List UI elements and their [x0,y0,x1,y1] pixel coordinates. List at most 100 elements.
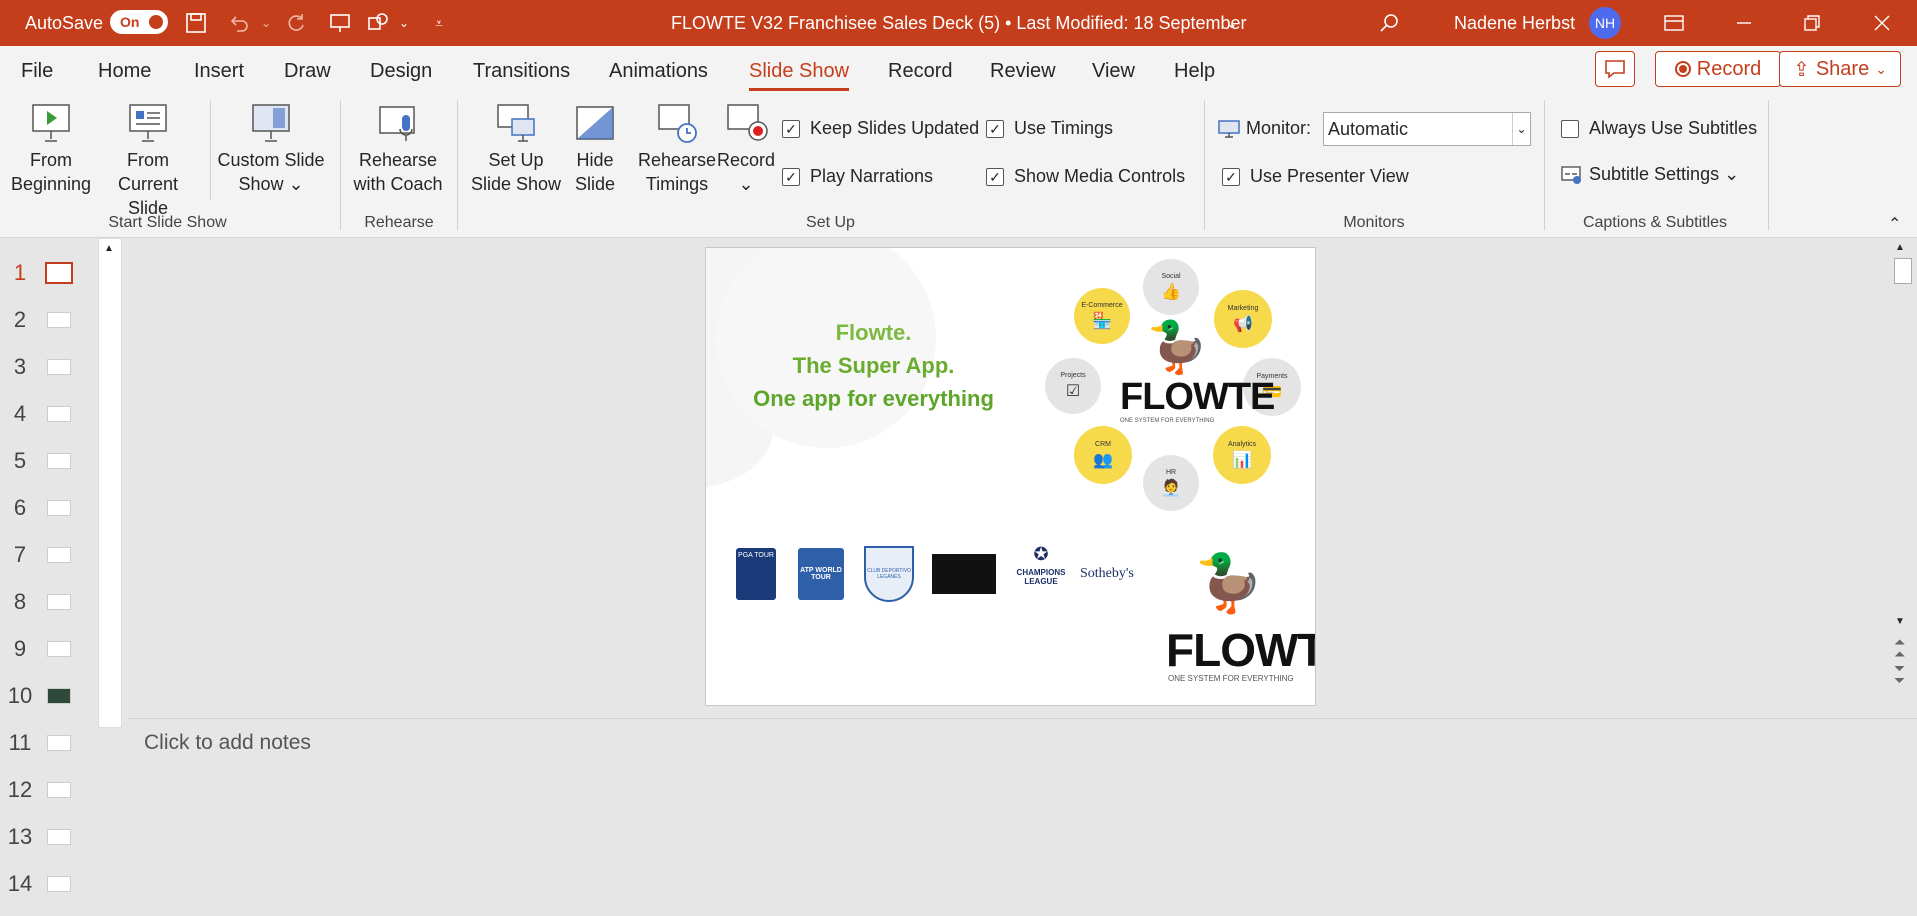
tab-insert[interactable]: Insert [194,60,244,83]
save-icon[interactable] [182,9,210,37]
megaphone-icon: 📢 [1233,315,1253,333]
tab-draw[interactable]: Draw [284,60,331,83]
brand-logo-text: FLOWTE [1120,376,1275,418]
monitor-select[interactable]: Automatic ⌄ [1323,112,1531,146]
scroll-up-icon[interactable]: ▲ [104,243,114,254]
tab-record[interactable]: Record [888,60,952,83]
document-title[interactable]: FLOWTE V32 Franchisee Sales Deck (5) • L… [671,0,1247,46]
present-icon[interactable] [326,9,354,37]
people-icon: 👥 [1093,451,1113,469]
slide-thumbnail-7[interactable]: 7 [0,540,100,570]
slide-number: 4 [13,401,27,426]
slide-thumbnail-9[interactable]: 9 [0,634,100,664]
undo-dropdown-icon[interactable]: ⌄ [252,9,280,37]
crm-label: CRM [1095,440,1111,448]
comment-icon [1605,60,1625,79]
slide-thumbnail-image [47,688,71,704]
slide-thumbnail-12[interactable]: 12 [0,775,100,805]
slide-scrollbar[interactable]: ▲ ▼ ⏶ ⏶ ⏷ ⏷ [1890,238,1917,718]
ribbon-display-icon[interactable] [1660,9,1688,37]
record-slide-show-button[interactable]: Record ⌄ [716,100,776,196]
crm-circle: CRM 👥 [1074,426,1132,484]
custom-slide-show-button[interactable]: Custom Slide Show ⌄ [216,100,326,196]
from-current-slide-button[interactable]: From Current Slide [96,100,200,220]
tab-view[interactable]: View [1092,60,1135,83]
search-icon[interactable] [1375,9,1403,37]
previous-slide-icon[interactable]: ⏶ ⏶ [1894,635,1905,661]
slide-number: 7 [13,542,27,567]
use-timings-checkbox[interactable]: ✓ Use Timings [986,118,1113,139]
from-beginning-label-2: Beginning [10,174,92,194]
current-slide[interactable]: Flowte. The Super App. One app for every… [705,247,1316,706]
restore-icon[interactable] [1798,9,1826,37]
redo-icon[interactable] [282,9,310,37]
slide-number: 10 [7,683,33,708]
undo-icon[interactable] [225,9,253,37]
champions-league-logo: CHAMPIONS LEAGUE [1016,568,1066,586]
title-dropdown-icon[interactable]: ⌄ [1226,0,1238,46]
slide-number: 6 [13,495,27,520]
avatar[interactable]: NH [1589,7,1621,39]
slide-thumbnail-image [47,641,71,657]
slide-number: 2 [13,307,27,332]
shapes-icon[interactable] [364,9,392,37]
from-beginning-button[interactable]: From Beginning [10,100,92,196]
play-narrations-label: Play Narrations [810,166,934,186]
subtitle-settings-button[interactable]: Subtitle Settings ⌄ [1561,164,1739,185]
slide-thumbnail-5[interactable]: 5 [0,446,100,476]
tab-animations[interactable]: Animations [609,60,708,83]
slide-thumbnail-10[interactable]: 10 [0,681,100,711]
autosave-toggle[interactable]: On [110,10,168,34]
scroll-down-icon[interactable]: ▼ [1895,616,1905,627]
minimize-icon[interactable] [1730,9,1758,37]
scroll-up-icon[interactable]: ▲ [1895,242,1905,253]
record-header-button[interactable]: Record [1655,51,1781,87]
slide-thumbnail-6[interactable]: 6 [0,493,100,523]
share-button[interactable]: ⇪ Share ⌄ [1779,51,1901,87]
slide-number: 8 [13,589,27,614]
shapes-dropdown-icon[interactable]: ⌄ [390,9,418,37]
always-use-subtitles-checkbox[interactable]: Always Use Subtitles [1561,118,1757,139]
scroll-thumb[interactable] [1894,258,1912,284]
user-name[interactable]: Nadene Herbst [1454,0,1575,46]
slide-thumbnail-2[interactable]: 2 [0,305,100,335]
slide-thumbnail-14[interactable]: 14 [0,869,100,899]
tab-help[interactable]: Help [1174,60,1215,83]
collapse-ribbon-icon[interactable]: ⌃ [1888,214,1901,234]
slide-thumbnail-3[interactable]: 3 [0,352,100,382]
slide-headline-line-1: Flowte. [835,320,912,345]
tab-file[interactable]: File [21,60,53,83]
slide-thumbnail-11[interactable]: 11 [0,728,100,758]
bar-chart-icon: 📊 [1232,451,1252,469]
tab-review[interactable]: Review [990,60,1056,83]
hide-slide-button[interactable]: Hide Slide [566,100,624,196]
keep-slides-updated-checkbox[interactable]: ✓ Keep Slides Updated [782,118,979,139]
from-current-label-1: From [127,150,169,170]
slide-number: 3 [13,354,27,379]
record-button-label: Record [1696,57,1762,80]
thumbnail-scrollbar[interactable]: ▲ [98,238,122,728]
hide-slide-label-1: Hide [576,150,614,170]
tab-transitions[interactable]: Transitions [473,60,570,83]
customize-toolbar-icon[interactable]: ⩡ [425,9,453,37]
tab-slide-show[interactable]: Slide Show [749,60,850,91]
play-narrations-checkbox[interactable]: ✓ Play Narrations [782,166,933,187]
slide-thumbnail-8[interactable]: 8 [0,587,100,617]
tab-home[interactable]: Home [98,60,151,83]
next-slide-icon[interactable]: ⏷ ⏷ [1894,661,1905,687]
rehearse-with-coach-button[interactable]: Rehearse with Coach [348,100,448,196]
notes-pane[interactable]: Click to add notes [128,718,1917,916]
use-presenter-view-checkbox[interactable]: ✓ Use Presenter View [1222,166,1409,187]
rehearse-timings-button[interactable]: Rehearse Timings [637,100,717,196]
close-icon[interactable] [1868,9,1896,37]
comments-button[interactable] [1595,51,1635,87]
set-up-slide-show-button[interactable]: Set Up Slide Show [466,100,566,196]
tab-design[interactable]: Design [370,60,432,83]
rehearse-coach-icon [375,100,421,146]
show-media-controls-checkbox[interactable]: ✓ Show Media Controls [986,166,1185,187]
slide-thumbnail-4[interactable]: 4 [0,399,100,429]
autosave-label: AutoSave [25,12,104,33]
slide-thumbnail-13[interactable]: 13 [0,822,100,852]
slide-thumbnail-1[interactable]: 1 [0,258,100,288]
notes-placeholder[interactable]: Click to add notes [144,731,311,755]
